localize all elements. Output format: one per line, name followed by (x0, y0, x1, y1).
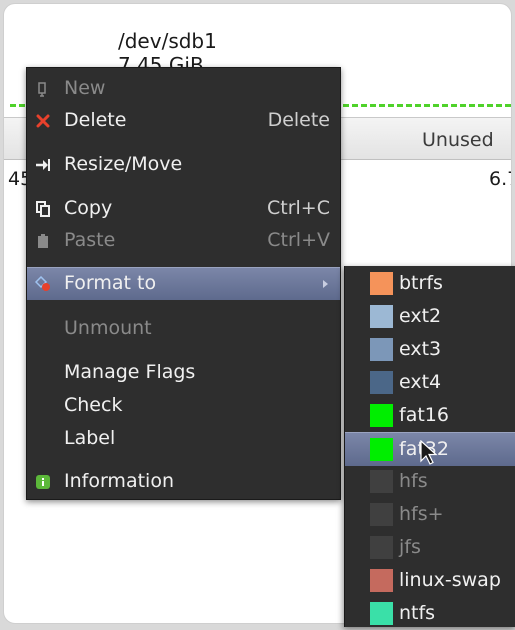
submenu-item-label: linux-swap (399, 569, 501, 591)
submenu-item-label: ntfs (399, 602, 436, 624)
column-header-unused[interactable]: Unused (422, 129, 494, 151)
filesystem-color-swatch (370, 371, 393, 394)
menu-item-resize-move[interactable]: Resize/Move (27, 149, 340, 181)
menu-item-format-to[interactable]: Format to (27, 267, 340, 300)
information-icon (36, 475, 50, 489)
submenu-item-ext2[interactable]: ext2 (345, 300, 515, 333)
menu-item-manage-flags[interactable]: Manage Flags (27, 357, 340, 389)
menu-item-accel: Ctrl+V (267, 229, 330, 251)
menu-item-accel: Ctrl+C (267, 197, 330, 219)
filesystem-color-swatch (370, 602, 393, 625)
submenu-item-hfs-plus[interactable]: hfs+ (345, 498, 515, 531)
paste-icon (38, 234, 48, 248)
menu-item-accel: Delete (267, 109, 330, 131)
menu-item-label-item[interactable]: Label (27, 423, 340, 455)
mouse-cursor-icon (420, 440, 438, 465)
menu-item-label: Paste (64, 229, 116, 251)
filesystem-color-swatch (370, 272, 393, 295)
menu-item-label: Delete (64, 109, 127, 131)
submenu-item-label: hfs (399, 470, 428, 492)
menu-item-label: Format to (64, 272, 157, 294)
filesystem-color-swatch (370, 503, 393, 526)
table-cell-unused: 6.7 (489, 168, 511, 190)
submenu-item-label: btrfs (399, 272, 443, 294)
format-icon (35, 276, 50, 291)
menu-item-label: Check (64, 394, 123, 416)
menu-item-label: Resize/Move (64, 153, 183, 175)
submenu-item-label: hfs+ (399, 503, 444, 525)
menu-item-new[interactable]: New (27, 73, 340, 105)
copy-icon (36, 201, 50, 217)
submenu-item-label: ext2 (399, 305, 442, 327)
menu-item-label: Information (64, 470, 174, 492)
filesystem-color-swatch (370, 305, 393, 328)
device-name: /dev/sdb1 (118, 29, 217, 53)
menu-item-label: Copy (64, 197, 113, 219)
resize-icon (36, 159, 50, 171)
filesystem-color-swatch (370, 404, 393, 427)
menu-item-label: Label (64, 427, 116, 449)
submenu-item-ntfs[interactable]: ntfs (345, 597, 515, 630)
menu-item-unmount[interactable]: Unmount (27, 313, 340, 345)
menu-item-paste[interactable]: Paste Ctrl+V (27, 225, 340, 257)
menu-item-label: Manage Flags (64, 361, 196, 383)
menu-item-label: New (64, 77, 106, 99)
menu-item-check[interactable]: Check (27, 390, 340, 422)
new-icon (38, 82, 46, 97)
filesystem-color-swatch (370, 470, 393, 493)
submenu-arrow-icon (323, 280, 328, 288)
submenu-item-linux-swap[interactable]: linux-swap (345, 564, 515, 597)
filesystem-color-swatch (370, 438, 393, 461)
submenu-item-btrfs[interactable]: btrfs (345, 267, 515, 300)
submenu-item-ext4[interactable]: ext4 (345, 366, 515, 399)
menu-item-label: Unmount (64, 317, 152, 339)
partition-context-menu: New Delete Delete Resize/Move Copy Ctrl+… (26, 67, 341, 500)
submenu-item-label: ext3 (399, 338, 442, 360)
submenu-item-label: fat16 (399, 404, 449, 426)
filesystem-color-swatch (370, 569, 393, 592)
filesystem-color-swatch (370, 338, 393, 361)
menu-item-copy[interactable]: Copy Ctrl+C (27, 193, 340, 225)
submenu-item-label: jfs (399, 536, 421, 558)
submenu-item-ext3[interactable]: ext3 (345, 333, 515, 366)
submenu-item-hfs[interactable]: hfs (345, 465, 515, 498)
menu-item-delete[interactable]: Delete Delete (27, 105, 340, 137)
menu-item-information[interactable]: Information (27, 466, 340, 498)
submenu-item-jfs[interactable]: jfs (345, 531, 515, 564)
filesystem-color-swatch (370, 536, 393, 559)
delete-icon (36, 114, 50, 128)
submenu-item-label: ext4 (399, 371, 442, 393)
submenu-item-fat16[interactable]: fat16 (345, 399, 515, 432)
